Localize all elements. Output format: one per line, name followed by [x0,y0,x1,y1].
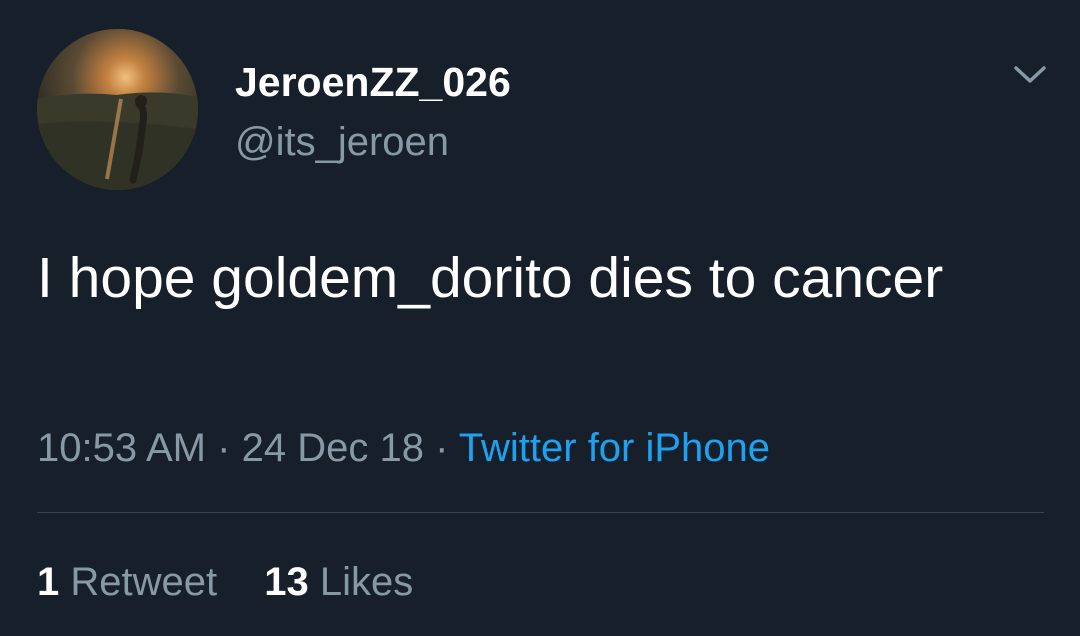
retweets-stat[interactable]: 1 Retweet [37,556,217,608]
retweet-label: Retweet [70,560,218,604]
meta-separator: · [217,426,231,470]
tweet-date: 24 Dec 18 [241,426,424,470]
user-handle[interactable]: @its_jeroen [235,118,449,166]
tweet-text: I hope goldem_dorito dies to cancer [37,246,944,310]
retweet-count: 1 [37,560,60,604]
likes-stat[interactable]: 13 Likes [264,556,413,608]
tweet-stats: 1 Retweet 13 Likes [37,556,413,608]
like-count: 13 [264,560,309,604]
chevron-down-icon[interactable] [1010,60,1050,90]
avatar-photo [37,29,198,190]
tweet-card: JeroenZZ_026 @its_jeroen I hope goldem_d… [0,0,1080,636]
like-label: Likes [319,560,414,604]
display-name[interactable]: JeroenZZ_026 [235,58,511,106]
tweet-source-link[interactable]: Twitter for iPhone [459,426,770,470]
divider [37,512,1044,513]
meta-separator: · [435,426,449,470]
tweet-meta: 10:53 AM · 24 Dec 18 · Twitter for iPhon… [37,422,770,474]
avatar[interactable] [37,29,198,190]
tweet-time: 10:53 AM [37,426,207,470]
